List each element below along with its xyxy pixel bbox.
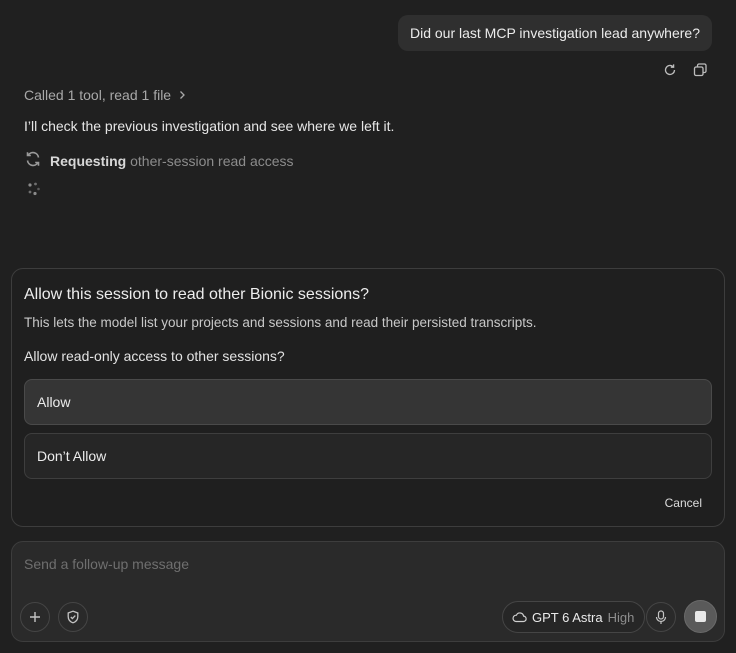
voice-input-button[interactable]	[646, 602, 676, 632]
user-message-bubble: Did our last MCP investigation lead anyw…	[397, 15, 712, 51]
dont-allow-option-label: Don’t Allow	[37, 448, 107, 464]
sync-icon	[24, 150, 42, 171]
dialog-title: Allow this session to read other Bionic …	[24, 286, 370, 303]
model-name: GPT 6 Astra	[532, 609, 603, 625]
copy-icon[interactable]	[692, 62, 708, 78]
stop-button[interactable]	[684, 600, 717, 633]
loading-spinner-icon	[28, 182, 40, 196]
permissions-button[interactable]	[58, 602, 88, 632]
allow-option-button[interactable]: Allow	[24, 379, 712, 425]
tool-summary-toggle[interactable]: Called 1 tool, read 1 file	[24, 87, 187, 103]
plus-icon	[30, 612, 40, 622]
dialog-description: This lets the model list your projects a…	[24, 315, 537, 330]
chevron-right-icon	[177, 87, 187, 103]
chat-window: Did our last MCP investigation lead anyw…	[0, 0, 736, 653]
dialog-question: Allow read-only access to other sessions…	[24, 348, 285, 364]
model-selector[interactable]: GPT 6 Astra High	[502, 601, 646, 633]
dont-allow-option-button[interactable]: Don’t Allow	[24, 433, 712, 479]
add-attachment-button[interactable]	[20, 602, 50, 632]
permission-dialog: Allow this session to read other Bionic …	[11, 268, 725, 527]
microphone-icon	[655, 609, 667, 624]
allow-option-label: Allow	[37, 394, 71, 410]
shield-check-icon	[67, 610, 79, 624]
request-status: Requesting other-session read access	[24, 150, 294, 171]
request-status-detail: other-session read access	[130, 152, 294, 169]
retry-icon[interactable]	[662, 62, 678, 78]
tool-summary-label: Called 1 tool, read 1 file	[24, 87, 172, 103]
message-actions	[662, 62, 708, 78]
assistant-message: I’ll check the previous investigation an…	[24, 118, 395, 134]
message-composer: GPT 6 Astra High	[11, 541, 725, 642]
follow-up-input[interactable]	[24, 556, 704, 572]
stop-icon	[695, 611, 706, 622]
cloud-icon	[512, 612, 527, 623]
cancel-button[interactable]: Cancel	[665, 496, 702, 510]
request-status-label: Requesting	[50, 152, 127, 169]
user-message-text: Did our last MCP investigation lead anyw…	[409, 25, 700, 41]
reasoning-effort: High	[607, 609, 635, 625]
